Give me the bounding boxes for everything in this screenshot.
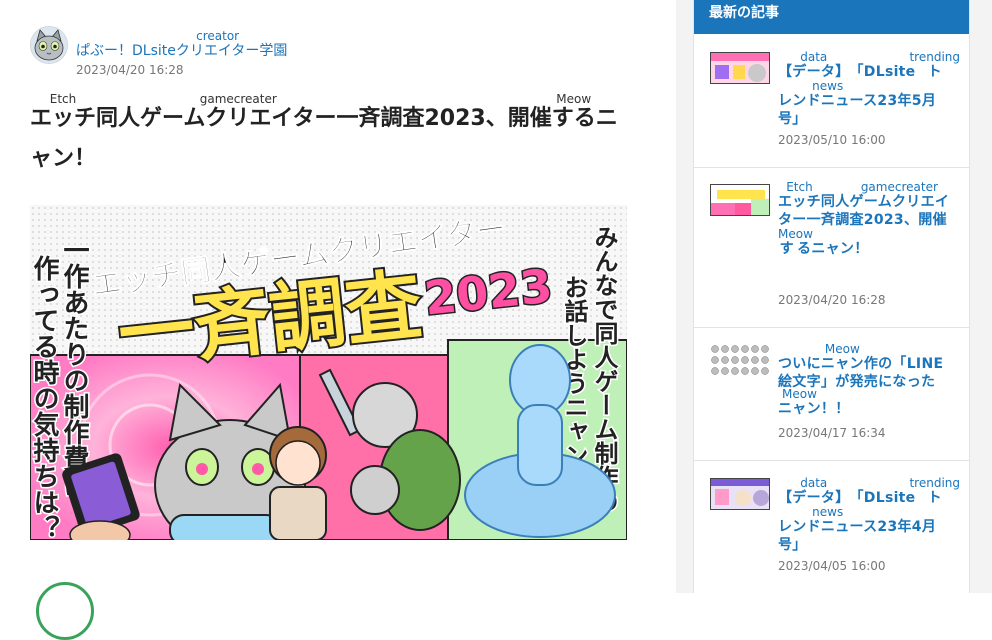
recent-post-thumbnail[interactable] — [710, 478, 770, 510]
recent-post-title[interactable]: エッチEtch同人ゲームクリエイターgamecreater一斉調査2023、開催… — [778, 180, 954, 258]
post-title-ruby: Meow — [778, 387, 821, 401]
line-emoji-thumb-icon — [710, 344, 770, 376]
recent-post-thumbnail[interactable] — [710, 184, 770, 216]
title-seg1-ruby: Etch — [30, 92, 96, 106]
recent-post-item[interactable]: エッチEtch同人ゲームクリエイターgamecreater一斉調査2023、開催… — [694, 168, 969, 328]
post-title-ruby: Meow — [820, 342, 864, 356]
author-name-suffix: 学園 — [259, 43, 288, 59]
recent-post-item[interactable]: ついにニャンMeow作の「LINE絵文字」が発売になったニャンMeow！！ 20… — [694, 328, 969, 461]
recent-post-date: 2023/05/10 16:00 — [778, 133, 886, 147]
author-block: ぱぶー！DLsiteクリエイターcreator学園 2023/04/20 16:… — [30, 26, 287, 77]
hero-left-vertical-2: 作ってる時の気持ちは？ — [30, 255, 59, 540]
post-title-part: 「DLsite — [849, 64, 916, 80]
survey-thumb-icon — [711, 185, 769, 215]
trend-news-thumb-icon — [711, 479, 769, 509]
recent-post-date: 2023/04/05 16:00 — [778, 559, 886, 573]
post-title-part: 「DLsite — [849, 490, 916, 506]
title-seg4: 一斉調査2023、開催 — [336, 106, 552, 131]
author-name-prefix: ぱぶー！DLsite — [76, 43, 176, 59]
post-title-part: ニャン！ — [811, 241, 869, 257]
recent-post-item[interactable]: 【データ】data「DLsiteトレンドニュースtrending news23年… — [694, 461, 969, 593]
post-title-part: 一斉調査2023、開催 — [806, 212, 947, 228]
article-title: エッチEtch同人ゲームクリエイターgamecreater一斉調査2023、開催… — [30, 92, 630, 179]
title-seg3: ゲームクリエイター — [140, 106, 337, 131]
author-name-ruby-base: クリエイター — [175, 43, 260, 59]
post-title-ruby: data — [778, 476, 850, 490]
post-title-part: 同人 — [820, 194, 850, 210]
post-title-part: ！！ — [820, 401, 850, 417]
recent-posts-widget: 最新の記事 【データ】data「DLsiteトレンドニュースtrending n… — [693, 0, 970, 593]
recent-post-item[interactable]: 【データ】data「DLsiteトレンドニュースtrending news23年… — [694, 34, 969, 168]
post-title-part: 【データ】 — [778, 64, 850, 80]
recent-post-title[interactable]: ついにニャンMeow作の「LINE絵文字」が発売になったニャンMeow！！ — [778, 342, 954, 418]
post-title-ruby: gamecreater — [849, 180, 950, 194]
article-main: ぱぶー！DLsiteクリエイターcreator学園 2023/04/20 16:… — [0, 0, 676, 640]
recent-post-title[interactable]: 【データ】data「DLsiteトレンドニュースtrending news23年… — [778, 50, 960, 128]
author-avatar[interactable] — [30, 26, 68, 64]
post-title-part: ニャン — [820, 356, 864, 372]
post-title-part: ついに — [778, 356, 821, 372]
title-seg2: 同人 — [96, 106, 141, 131]
author-name-ruby-text: creator — [175, 29, 260, 43]
recent-post-date: 2023/04/17 16:34 — [778, 426, 886, 440]
hero-illustration: エッチ同人ゲームクリエイター 一斉調査 2023 一作あたりの制作費は？ 作って… — [30, 205, 627, 540]
title-seg5: する — [551, 106, 596, 131]
next-article-avatar[interactable] — [36, 582, 94, 640]
article-date: 2023/04/20 16:28 — [76, 63, 184, 77]
recent-post-thumbnail[interactable] — [710, 52, 770, 84]
post-title-ruby: Meow — [778, 227, 813, 241]
hero-banner-image[interactable]: エッチ同人ゲームクリエイター 一斉調査 2023 一作あたりの制作費は？ 作って… — [30, 205, 627, 540]
author-name-link[interactable]: ぱぶー！DLsiteクリエイターcreator学園 — [76, 29, 288, 61]
recent-post-thumbnail[interactable] — [710, 344, 770, 376]
post-title-ruby: data — [778, 50, 850, 64]
recent-post-date: 2023/04/20 16:28 — [778, 293, 886, 307]
recent-post-title[interactable]: 【データ】data「DLsiteトレンドニュースtrending news23年… — [778, 476, 960, 554]
title-seg5-ruby: Meow — [551, 92, 596, 106]
post-title-part: する — [778, 241, 813, 257]
cat-avatar-icon — [31, 27, 67, 63]
recent-posts-heading: 最新の記事 — [694, 0, 969, 34]
trend-news-thumb-icon — [711, 53, 769, 83]
post-title-part: エッチ — [778, 194, 821, 210]
post-title-part: ニャン — [778, 401, 821, 417]
title-seg1: エッチ — [30, 106, 97, 131]
post-title-part: 【データ】 — [778, 490, 850, 506]
post-title-ruby: Etch — [778, 180, 821, 194]
title-seg3-ruby: gamecreater — [140, 92, 337, 106]
